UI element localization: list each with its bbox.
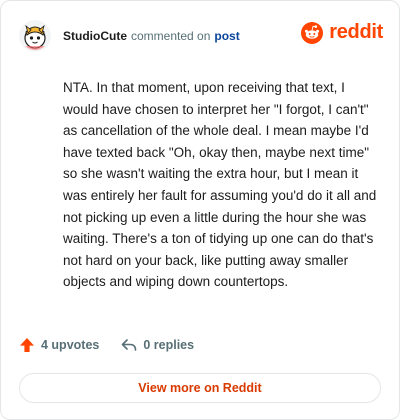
action-text: commented on: [131, 29, 211, 43]
reply-icon: [122, 339, 137, 351]
avatar[interactable]: [19, 20, 51, 52]
reply-count: 0 replies: [143, 338, 195, 352]
reddit-wordmark: reddit: [329, 21, 383, 43]
reddit-snoo-icon: [301, 21, 324, 44]
view-more-button[interactable]: View more on Reddit: [19, 373, 381, 403]
reddit-logo[interactable]: reddit: [301, 21, 383, 44]
comment-actions: 4 upvotes 0 replies: [19, 337, 194, 353]
replies-button[interactable]: 0 replies: [121, 337, 194, 353]
username[interactable]: StudioCute: [63, 29, 127, 43]
upvote-count: 4 upvotes: [41, 338, 100, 352]
byline: StudioCute commented on post: [63, 29, 240, 43]
post-link[interactable]: post: [214, 29, 239, 43]
comment-embed-card: StudioCute commented on post reddit NTA.…: [0, 0, 400, 420]
comment-header: StudioCute commented on post reddit: [19, 19, 383, 53]
comment-body: NTA. In that moment, upon receiving that…: [63, 80, 377, 290]
upvote-arrow-icon: [20, 338, 34, 352]
upvote-button[interactable]: 4 upvotes: [19, 337, 99, 353]
